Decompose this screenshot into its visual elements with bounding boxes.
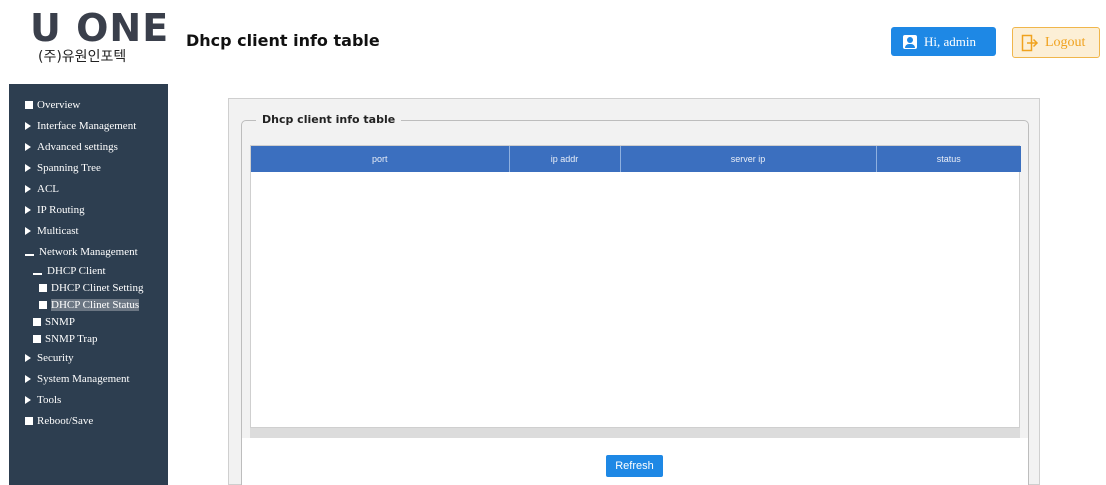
sidebar-item-label: SNMP Trap bbox=[45, 332, 98, 345]
triangle-right-icon bbox=[25, 163, 31, 172]
triangle-right-icon bbox=[25, 205, 31, 214]
triangle-right-icon bbox=[25, 353, 31, 362]
sidebar-item-label: DHCP Client bbox=[47, 264, 106, 277]
sidebar-item-dhcp-client-setting[interactable]: DHCP Clinet Setting bbox=[9, 279, 168, 296]
triangle-right-icon bbox=[25, 121, 31, 130]
column-header-ip-addr[interactable]: ip addr bbox=[509, 146, 621, 172]
user-label: Hi, admin bbox=[924, 33, 976, 49]
triangle-right-icon bbox=[25, 142, 31, 151]
sidebar-item-tools[interactable]: Tools bbox=[9, 389, 168, 410]
sidebar-item-label: Security bbox=[37, 351, 74, 364]
sidebar: Overview Interface Management Advanced s… bbox=[9, 84, 168, 485]
user-button[interactable]: Hi, admin bbox=[891, 27, 996, 56]
sidebar-item-label: SNMP bbox=[45, 315, 75, 328]
sidebar-item-security[interactable]: Security bbox=[9, 347, 168, 368]
sidebar-item-label: Spanning Tree bbox=[37, 161, 101, 174]
column-header-port[interactable]: port bbox=[251, 146, 510, 172]
sidebar-item-reboot-save[interactable]: Reboot/Save bbox=[9, 410, 168, 431]
sidebar-item-ip-routing[interactable]: IP Routing bbox=[9, 199, 168, 220]
sidebar-item-advanced-settings[interactable]: Advanced settings bbox=[9, 136, 168, 157]
sidebar-item-label: Network Management bbox=[39, 245, 138, 258]
sidebar-item-dhcp-client[interactable]: DHCP Client bbox=[9, 262, 168, 279]
sidebar-item-label: ACL bbox=[37, 182, 59, 195]
square-bullet-icon bbox=[25, 100, 33, 109]
logout-icon bbox=[1021, 34, 1039, 51]
sidebar-item-multicast[interactable]: Multicast bbox=[9, 220, 168, 241]
sidebar-item-label: Tools bbox=[37, 393, 62, 406]
table-scrollbar[interactable] bbox=[250, 428, 1020, 438]
sidebar-item-snmp[interactable]: SNMP bbox=[9, 313, 168, 330]
table-header-row: port ip addr server ip status bbox=[251, 146, 1021, 172]
sidebar-item-label: IP Routing bbox=[37, 203, 85, 216]
fieldset-legend: Dhcp client info table bbox=[256, 113, 402, 126]
logout-button[interactable]: Logout bbox=[1012, 27, 1100, 58]
sidebar-item-label: Advanced settings bbox=[37, 140, 118, 153]
collapse-dash-icon bbox=[25, 253, 34, 256]
refresh-button[interactable]: Refresh bbox=[606, 455, 663, 477]
square-bullet-icon bbox=[33, 334, 41, 343]
brand-logo: U ONE (주)유원인포텍 bbox=[30, 8, 170, 66]
dhcp-client-table: port ip addr server ip status bbox=[250, 145, 1021, 428]
logout-label: Logout bbox=[1045, 34, 1086, 50]
square-bullet-icon bbox=[25, 416, 33, 425]
triangle-right-icon bbox=[25, 374, 31, 383]
square-bullet-icon bbox=[39, 283, 47, 292]
column-header-status[interactable]: status bbox=[876, 146, 1021, 172]
sidebar-item-network-management[interactable]: Network Management bbox=[9, 241, 168, 262]
page-title: Dhcp client info table bbox=[186, 31, 380, 50]
sidebar-item-snmp-trap[interactable]: SNMP Trap bbox=[9, 330, 168, 347]
triangle-right-icon bbox=[25, 226, 31, 235]
square-bullet-icon bbox=[33, 317, 41, 326]
logo-mark: U ONE bbox=[30, 6, 170, 50]
user-icon bbox=[903, 34, 917, 49]
sidebar-item-overview[interactable]: Overview bbox=[9, 94, 168, 115]
triangle-right-icon bbox=[25, 184, 31, 193]
sidebar-item-label: Overview bbox=[37, 98, 81, 111]
company-name: (주)유원인포텍 bbox=[38, 49, 127, 65]
sidebar-item-label: DHCP Clinet Status bbox=[51, 298, 140, 311]
sidebar-item-acl[interactable]: ACL bbox=[9, 178, 168, 199]
square-bullet-icon bbox=[39, 300, 47, 309]
sidebar-item-dhcp-client-status[interactable]: DHCP Clinet Status bbox=[9, 296, 168, 313]
collapse-dash-icon bbox=[33, 272, 42, 275]
sidebar-item-label: Interface Management bbox=[37, 119, 137, 132]
sidebar-item-interface-management[interactable]: Interface Management bbox=[9, 115, 168, 136]
sidebar-item-spanning-tree[interactable]: Spanning Tree bbox=[9, 157, 168, 178]
sidebar-item-label: System Management bbox=[37, 372, 130, 385]
header: U ONE (주)유원인포텍 Dhcp client info table Hi… bbox=[0, 0, 1106, 84]
sidebar-item-label: Reboot/Save bbox=[37, 414, 94, 427]
column-header-server-ip[interactable]: server ip bbox=[620, 146, 877, 172]
triangle-right-icon bbox=[25, 395, 31, 404]
sidebar-item-system-management[interactable]: System Management bbox=[9, 368, 168, 389]
sidebar-item-label: DHCP Clinet Setting bbox=[51, 281, 144, 294]
sidebar-item-label: Multicast bbox=[37, 224, 79, 237]
